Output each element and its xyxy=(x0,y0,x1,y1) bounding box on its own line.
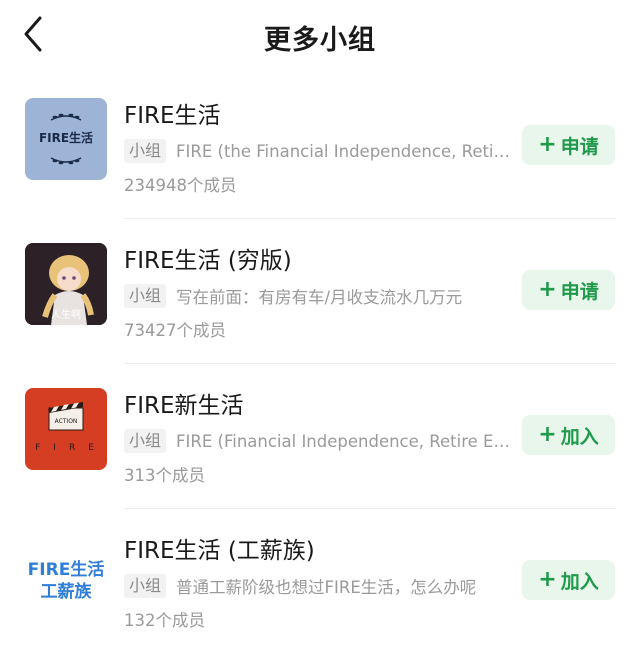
group-name[interactable]: FIRE生活 xyxy=(124,96,221,130)
join-button-label: 加入 xyxy=(560,425,599,448)
apply-button-label: 申请 xyxy=(560,280,599,303)
group-thumbnail[interactable]: FIRE生活 xyxy=(25,98,107,180)
group-thumbnail[interactable]: ACTION FIRE xyxy=(25,388,107,470)
group-name[interactable]: FIRE新生活 xyxy=(124,386,244,420)
thumbnail-label: 工薪族 xyxy=(40,582,92,602)
member-count: 313个成员 xyxy=(124,466,205,485)
plus-icon: + xyxy=(538,132,557,157)
group-name[interactable]: FIRE生活 (穷版) xyxy=(124,241,292,275)
plus-icon: + xyxy=(538,567,557,592)
thumbnail-label: 人生啊 xyxy=(51,310,81,321)
group-description-row: 小组 普通工薪阶级也想过FIRE生活，怎么办呢 xyxy=(124,573,512,599)
group-type-tag: 小组 xyxy=(124,574,167,598)
group-description-row: 小组 写在前面：有房有车/月收支流水几万元 xyxy=(124,283,512,309)
group-description: FIRE (the Financial Independence, Retire… xyxy=(176,141,512,161)
plus-icon: + xyxy=(538,422,557,447)
group-type-tag: 小组 xyxy=(124,429,167,453)
member-count: 73427个成员 xyxy=(124,321,226,340)
group-item[interactable]: FIRE生活 工薪族 FIRE生活 (工薪族) 小组 普通工薪阶级也想过FIRE… xyxy=(0,509,640,651)
group-description: FIRE (Financial Independence, Retire Ear… xyxy=(176,431,512,451)
apply-button[interactable]: + 申请 xyxy=(522,270,615,310)
thumbnail-label: FIRE xyxy=(35,443,107,453)
group-type-tag: 小组 xyxy=(124,139,167,163)
group-description: 写在前面：有房有车/月收支流水几万元 xyxy=(176,288,463,307)
group-description-row: 小组 FIRE (Financial Independence, Retire … xyxy=(124,428,512,454)
group-description: 普通工薪阶级也想过FIRE生活，怎么办呢 xyxy=(176,578,477,597)
group-item[interactable]: ACTION FIRE FIRE新生活 小组 FIRE (Financial I… xyxy=(0,364,640,509)
group-name[interactable]: FIRE生活 (工薪族) xyxy=(124,531,315,565)
top-bar: 更多小组 xyxy=(0,0,640,74)
group-type-tag: 小组 xyxy=(124,284,167,308)
group-list: FIRE生活 FIRE生活 小组 FIRE (the Financial Ind… xyxy=(0,74,640,651)
svg-text:ACTION: ACTION xyxy=(55,418,78,425)
join-button-label: 加入 xyxy=(560,570,599,593)
group-thumbnail[interactable]: 人生啊 xyxy=(25,243,107,325)
group-item[interactable]: 人生啊 FIRE生活 (穷版) 小组 写在前面：有房有车/月收支流水几万元 73… xyxy=(0,219,640,364)
plus-icon: + xyxy=(538,277,557,302)
apply-button-label: 申请 xyxy=(560,135,599,158)
group-description-row: 小组 FIRE (the Financial Independence, Ret… xyxy=(124,138,512,164)
member-count: 132个成员 xyxy=(124,611,205,630)
member-count: 234948个成员 xyxy=(124,176,237,195)
join-button[interactable]: + 加入 xyxy=(522,560,615,600)
thumbnail-label: FIRE生活 xyxy=(38,131,94,145)
page-title: 更多小组 xyxy=(264,25,376,56)
group-thumbnail[interactable]: FIRE生活 工薪族 xyxy=(25,533,107,615)
join-button[interactable]: + 加入 xyxy=(522,415,615,455)
apply-button[interactable]: + 申请 xyxy=(522,125,615,165)
group-item[interactable]: FIRE生活 FIRE生活 小组 FIRE (the Financial Ind… xyxy=(0,74,640,219)
